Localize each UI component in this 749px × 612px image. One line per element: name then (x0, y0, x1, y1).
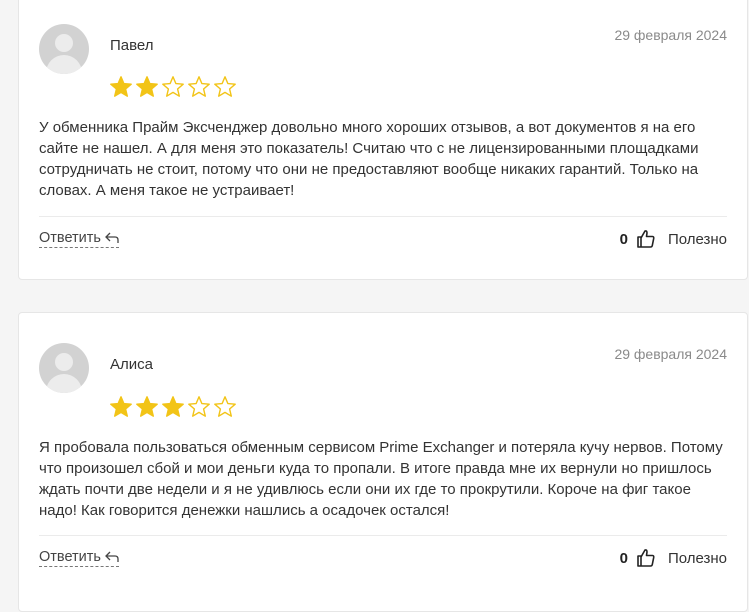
reply-label: Ответить (39, 549, 101, 565)
divider (39, 535, 727, 536)
star-empty-icon (188, 396, 210, 417)
review-card: Павел 29 февраля 2024 У обменника Прайм … (18, 0, 748, 280)
thumbs-up-icon[interactable] (636, 229, 656, 249)
useful-block: 0 Полезно (620, 548, 727, 568)
star-empty-icon (214, 396, 236, 417)
star-rating (109, 395, 237, 421)
avatar (39, 24, 89, 74)
review-author: Павел (110, 37, 154, 54)
review-text: Я пробовала пользоваться обменным сервис… (39, 439, 723, 519)
star-filled-icon (136, 76, 158, 97)
star-filled-icon (110, 396, 132, 417)
useful-label: Полезно (667, 549, 727, 567)
reply-arrow-icon (105, 551, 119, 562)
reply-button[interactable]: Ответить (39, 549, 119, 567)
thumbs-up-icon[interactable] (636, 548, 656, 568)
reply-button[interactable]: Ответить (39, 230, 119, 248)
star-filled-icon (110, 76, 132, 97)
avatar (39, 343, 89, 393)
star-empty-icon (214, 76, 236, 97)
star-empty-icon (162, 76, 184, 97)
review-card: Алиса 29 февраля 2024 Я пробовала пользо… (18, 312, 748, 612)
useful-block: 0 Полезно (620, 229, 727, 249)
useful-label: Полезно (667, 230, 727, 248)
like-count: 0 (619, 549, 628, 567)
star-rating (109, 75, 237, 101)
review-date: 29 февраля 2024 (614, 346, 727, 362)
review-author: Алиса (110, 356, 153, 373)
review-date: 29 февраля 2024 (614, 27, 727, 43)
star-filled-icon (136, 396, 158, 417)
reply-label: Ответить (39, 230, 101, 246)
like-count: 0 (619, 230, 628, 248)
review-text: У обменника Прайм Эксченджер довольно мн… (39, 119, 699, 199)
star-empty-icon (188, 76, 210, 97)
reply-arrow-icon (105, 232, 119, 243)
divider (39, 216, 727, 217)
star-filled-icon (162, 396, 184, 417)
